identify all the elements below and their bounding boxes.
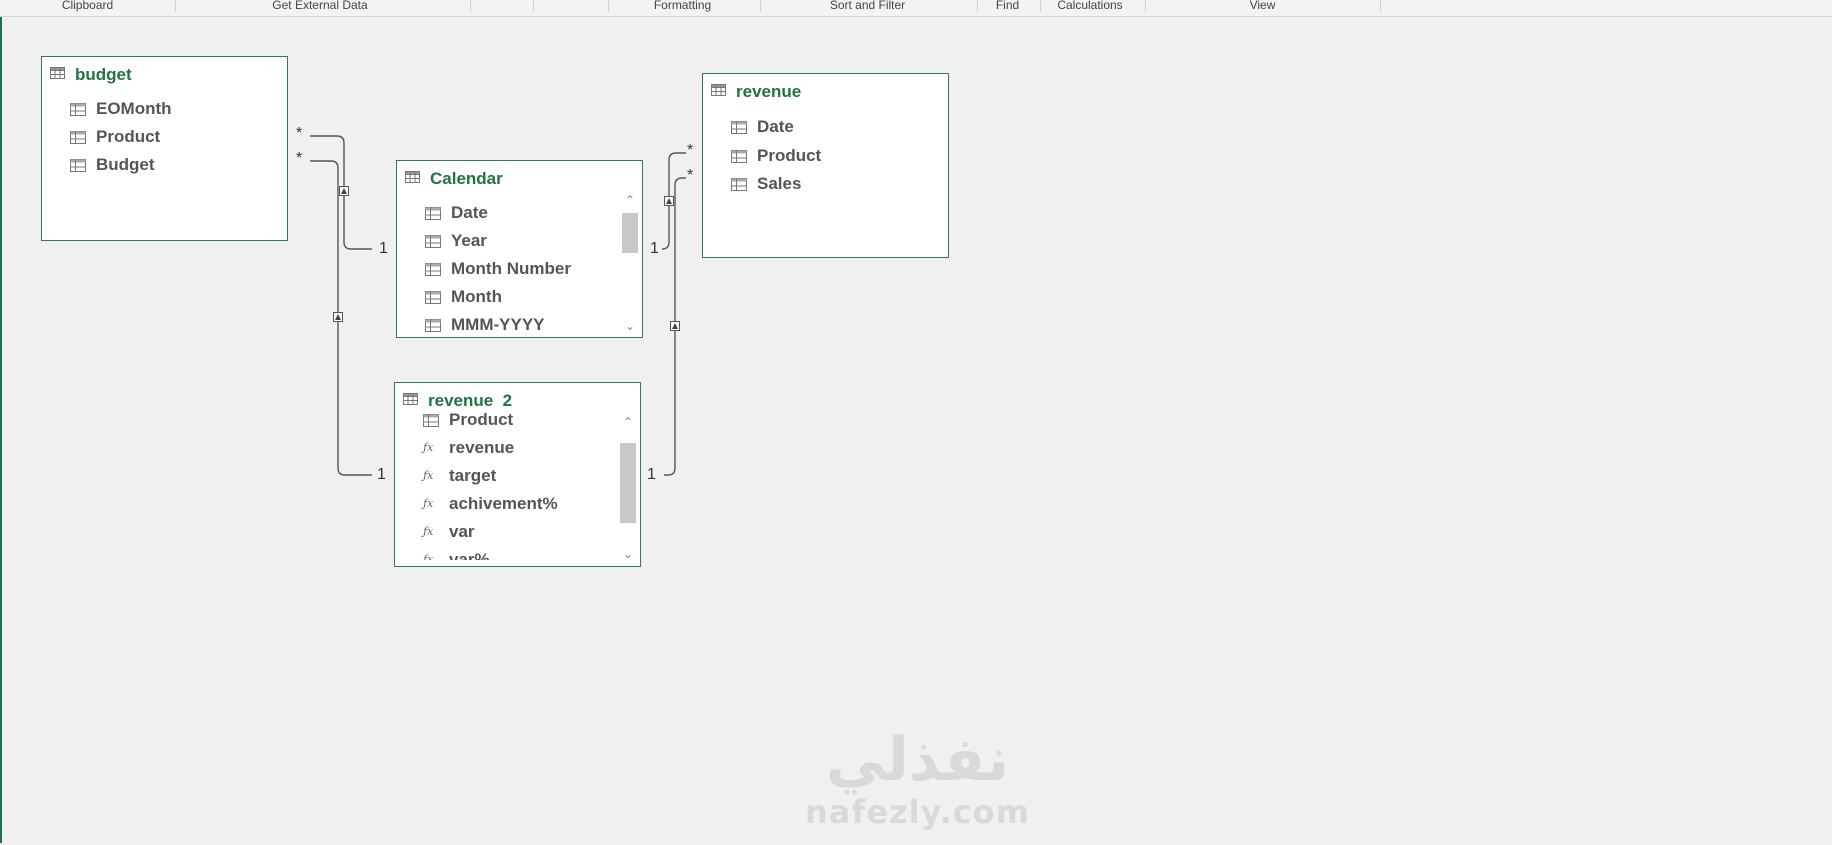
table-calendar[interactable]: Calendar Date Year Month Number Month MM… [396,160,643,338]
field-row[interactable]: ƒx achivement% [423,492,558,516]
column-icon [70,130,86,144]
column-icon [731,149,747,163]
column-icon [70,158,86,172]
vertical-scrollbar[interactable]: ⌃ ⌄ [620,191,640,335]
column-icon [70,102,86,116]
field-row[interactable]: ƒx target [423,464,496,488]
relationship-direction-icon [664,196,674,206]
scrollbar-thumb[interactable] [622,213,638,253]
field-row[interactable]: Budget [70,153,155,177]
cardinality-many: * [296,125,303,142]
field-label: Month [451,287,502,306]
field-label: achivement% [449,494,558,513]
field-label: MMM-YYYY [451,315,545,334]
table-title: Calendar [430,169,503,188]
field-label: target [449,466,497,485]
watermark-arabic-text: نفذلي [825,725,1010,795]
column-icon [425,206,441,220]
field-label: Product [96,127,161,146]
table-title: revenue 2 [428,391,513,410]
field-label: revenue [449,438,515,457]
field-label: Year [451,231,487,250]
scrollbar-thumb[interactable] [620,443,636,523]
column-icon [425,262,441,276]
chevron-up-icon[interactable]: ⌃ [620,191,640,209]
field-row[interactable]: Date [731,115,794,139]
field-label: Date [757,117,794,136]
field-list[interactable]: Product ƒx revenue ƒx target ƒx achiveme… [395,410,618,560]
table-header[interactable]: budget [42,57,287,87]
field-row[interactable]: Product [731,144,821,168]
cardinality-many: * [687,167,694,184]
column-icon [425,318,441,332]
watermark-logo: نفذلي nafezly.com [805,725,1030,845]
watermark-latin-text: nafezly.com [805,793,1030,831]
table-title: budget [75,65,132,84]
fx-measure-icon: ƒx [423,441,434,454]
table-grid-icon [403,393,418,405]
field-label: Budget [96,155,155,174]
cardinality-one: 1 [379,240,388,257]
field-row[interactable]: Product [70,125,160,149]
field-row[interactable]: ƒx var% [423,548,490,560]
chevron-down-icon[interactable]: ⌄ [618,545,638,563]
relationship-direction-icon [333,312,343,322]
field-row[interactable]: MMM-YYYY [425,313,545,337]
field-row[interactable]: Month [425,285,502,309]
field-label: Product [757,146,822,165]
field-label: var [449,522,475,541]
field-row[interactable]: EOMonth [70,97,172,121]
field-label: Sales [757,174,802,193]
fx-measure-icon: ƒx [423,497,434,510]
table-grid-icon [711,84,726,96]
column-icon [425,290,441,304]
column-icon [423,413,439,427]
cardinality-one: 1 [650,240,659,257]
field-row[interactable]: ƒx var [423,520,475,544]
table-revenue-2[interactable]: revenue 2 Product ƒx revenue ƒx target ƒ… [394,382,641,567]
field-row[interactable]: Product [423,410,513,432]
table-grid-icon [50,67,65,79]
fx-measure-icon: ƒx [423,525,434,538]
cardinality-many: * [687,142,694,159]
column-icon [731,120,747,134]
table-grid-icon [405,171,420,183]
chevron-up-icon[interactable]: ⌃ [618,413,638,431]
field-row[interactable]: Month Number [425,257,571,281]
table-header[interactable]: revenue [703,74,948,104]
table-title: revenue [736,82,802,101]
field-row[interactable]: Sales [731,172,801,196]
table-budget[interactable]: budget EOMonth Product Budget [41,56,288,241]
field-label: var% [449,550,490,560]
field-list[interactable]: Date Year Month Number Month MMM-YYYY [397,197,620,337]
table-header[interactable]: Calendar [397,161,642,191]
field-row[interactable]: Date [425,201,488,225]
field-row[interactable]: ƒx revenue [423,436,514,460]
fx-measure-icon: ƒx [423,553,434,560]
cardinality-one: 1 [377,466,386,483]
relationship-direction-icon [670,321,680,331]
cardinality-one: 1 [647,466,656,483]
vertical-scrollbar[interactable]: ⌃ ⌄ [618,413,638,563]
chevron-down-icon[interactable]: ⌄ [620,317,640,335]
field-label: EOMonth [96,99,172,118]
relationship-direction-icon [339,186,349,196]
fx-measure-icon: ƒx [423,469,434,482]
column-icon [731,177,747,191]
table-header[interactable]: revenue 2 [395,383,640,413]
field-label: Month Number [451,259,571,278]
field-label: Date [451,203,488,222]
table-revenue[interactable]: revenue Date Product Sales [702,73,949,258]
cardinality-many: * [296,150,303,167]
column-icon [425,234,441,248]
field-row[interactable]: Year [425,229,487,253]
field-label: Product [449,410,514,429]
